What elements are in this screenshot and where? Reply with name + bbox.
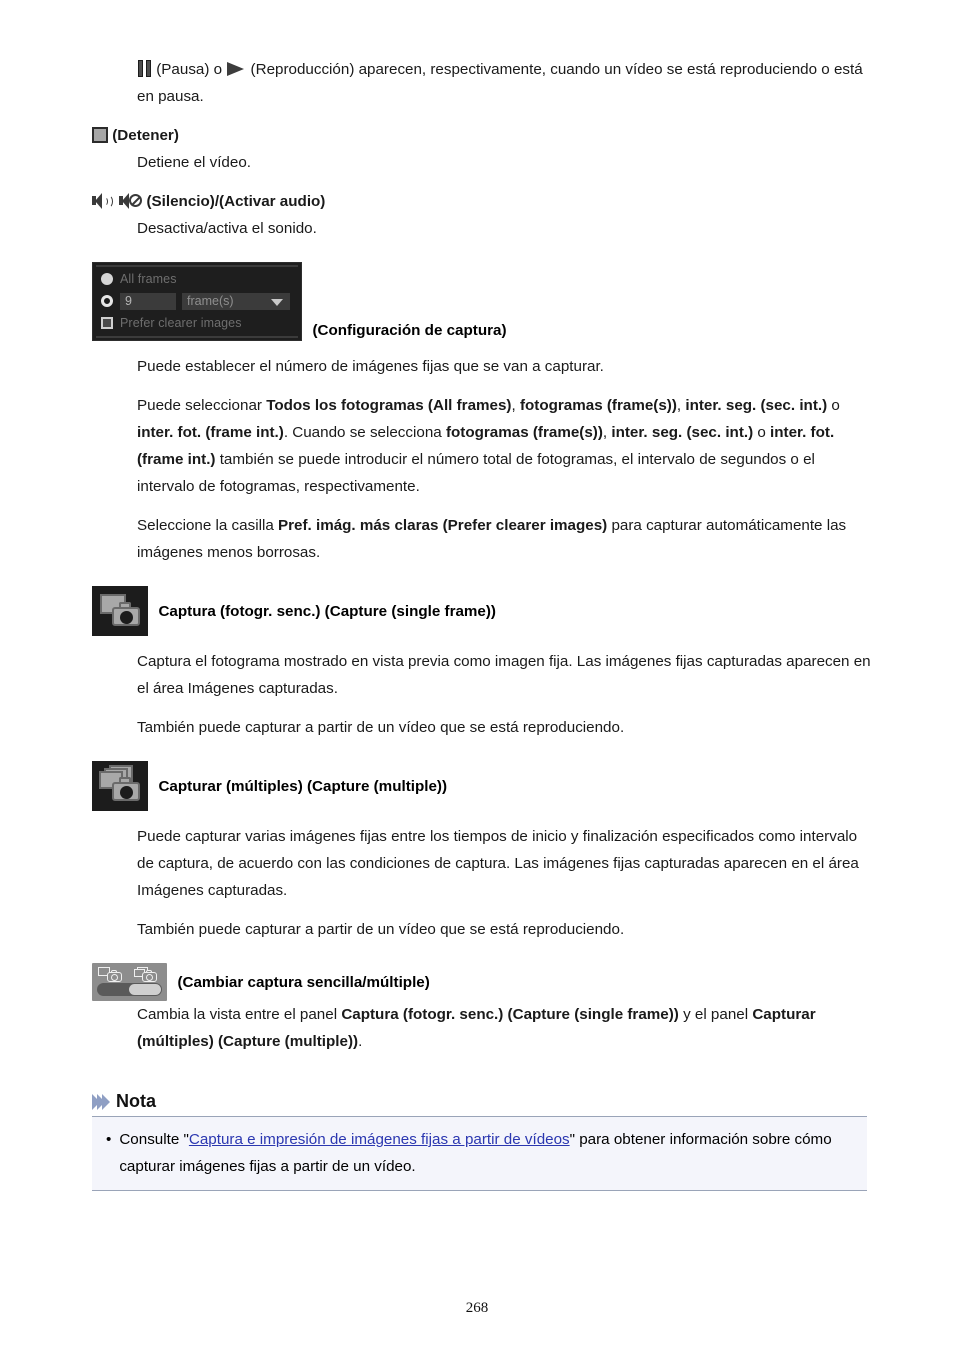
- capture-single-paragraph-1: Captura el fotograma mostrado en vista p…: [137, 653, 871, 697]
- switch-capture-description: Cambia la vista entre el panel Captura (…: [137, 1001, 872, 1055]
- stop-icon: [92, 127, 108, 143]
- capture-single-paragraph-2: También puede capturar a partir de un ví…: [137, 719, 625, 736]
- note-header: Nota: [92, 1091, 867, 1116]
- playback-intro-text-part1: (Pausa) o: [156, 61, 227, 78]
- sw-t1: Cambia la vista entre el panel: [137, 1006, 342, 1023]
- capture-multiple-heading: Capturar (múltiples) (Capture (multiple)…: [158, 777, 448, 795]
- note-box: Nota • Consulte "Captura e impresión de …: [92, 1091, 867, 1191]
- page-number: 268: [465, 1300, 489, 1316]
- switch-capture-row: (Cambiar captura sencilla/múltiple): [92, 963, 872, 1001]
- switch-capture-heading: (Cambiar captura sencilla/múltiple): [177, 973, 430, 991]
- p3-t1: Seleccione la casilla: [137, 517, 278, 534]
- chevron-down-icon[interactable]: [271, 298, 283, 306]
- stop-description: Detiene el vídeo.: [137, 154, 251, 171]
- toggle-capture-multiple-icon[interactable]: [133, 967, 159, 983]
- p2-b3: inter. seg. (sec. int.): [685, 397, 828, 414]
- p2-b5: fotogramas (frame(s)): [445, 424, 603, 441]
- frame-unit-value: frame(s): [187, 293, 234, 308]
- all-frames-label: All frames: [120, 272, 177, 286]
- document-page: (Pausa) o (Reproducción) aparecen, respe…: [0, 0, 954, 1350]
- stop-heading-label: (Detener): [112, 127, 179, 144]
- p2-b2: fotogramas (frame(s)): [519, 397, 677, 414]
- capture-settings-caption: (Configuración de captura): [312, 322, 507, 339]
- p3-b1: Pref. imág. más claras (Prefer clearer i…: [277, 517, 608, 534]
- speaker-on-icon: [92, 193, 115, 209]
- capture-single-heading: Captura (fotogr. senc.) (Capture (single…: [158, 602, 496, 620]
- p2-t5: . Cuando se selecciona: [283, 424, 446, 441]
- toggle-knob[interactable]: [129, 984, 161, 995]
- audio-heading-label: (Silencio)/(Activar audio): [146, 193, 326, 210]
- page-content: (Pausa) o (Reproducción) aparecen, respe…: [92, 56, 872, 1191]
- sw-t3: .: [358, 1033, 363, 1050]
- frame-count-input[interactable]: 9: [120, 292, 176, 310]
- audio-heading: (Silencio)/(Activar audio): [92, 188, 872, 215]
- capture-settings-paragraph-3: Seleccione la casilla Pref. imág. más cl…: [137, 512, 872, 566]
- p2-t4: o: [827, 397, 840, 414]
- note-title: Nota: [116, 1091, 156, 1111]
- radio-frame-count[interactable]: [101, 295, 113, 307]
- p2-t7: o: [753, 424, 771, 441]
- capture-multiple-icon[interactable]: [92, 761, 148, 811]
- capture-single-row: Captura (fotogr. senc.) (Capture (single…: [92, 586, 872, 636]
- play-icon: [226, 62, 247, 77]
- capture-multiple-paragraph-1: Puede capturar varias imágenes fijas ent…: [137, 828, 859, 899]
- frame-unit-select[interactable]: frame(s): [182, 292, 290, 310]
- p2-t8: también se puede introducir el número to…: [137, 451, 815, 495]
- note-bullet: •: [106, 1131, 112, 1148]
- p2-b6: inter. seg. (sec. int.): [611, 424, 754, 441]
- capture-settings-paragraph-1: Puede establecer el número de imágenes f…: [137, 358, 604, 375]
- prefer-clearer-checkbox[interactable]: [101, 317, 113, 329]
- playback-intro-paragraph: (Pausa) o (Reproducción) aparecen, respe…: [137, 56, 872, 110]
- note-link[interactable]: Captura e impresión de imágenes fijas a …: [189, 1131, 570, 1148]
- prefer-clearer-label: Prefer clearer images: [120, 316, 242, 330]
- switch-single-multiple-toggle[interactable]: [92, 963, 167, 1001]
- audio-description: Desactiva/activa el sonido.: [137, 220, 317, 237]
- p2-b4: inter. fot. (frame int.): [137, 424, 284, 441]
- toggle-track[interactable]: [97, 983, 162, 996]
- capture-multiple-paragraph-2: También puede capturar a partir de un ví…: [137, 921, 625, 938]
- all-frames-row[interactable]: All frames: [93, 268, 301, 290]
- toggle-capture-single-icon[interactable]: [98, 967, 124, 983]
- note-item-text: Consulte "Captura e impresión de imágene…: [119, 1126, 855, 1180]
- pause-icon: [137, 60, 152, 77]
- sw-t2: y el panel: [678, 1006, 753, 1023]
- p2-t1: Puede seleccionar: [137, 397, 267, 414]
- capture-settings-panel[interactable]: All frames 9 frame(s) Prefer clearer ima…: [92, 262, 302, 341]
- note-t1: Consulte ": [119, 1131, 189, 1148]
- frame-count-row[interactable]: 9 frame(s): [93, 290, 301, 312]
- p2-t2: ,: [511, 397, 520, 414]
- note-body: • Consulte "Captura e impresión de imáge…: [92, 1116, 867, 1191]
- radio-all-frames[interactable]: [101, 273, 113, 285]
- note-list-item: • Consulte "Captura e impresión de imáge…: [106, 1126, 855, 1180]
- capture-settings-paragraph-2: Puede seleccionar Todos los fotogramas (…: [137, 392, 872, 500]
- prefer-clearer-row[interactable]: Prefer clearer images: [93, 312, 301, 334]
- p2-b1: Todos los fotogramas (All frames): [266, 397, 512, 414]
- chevrons-icon: [92, 1093, 110, 1110]
- capture-settings-row: All frames 9 frame(s) Prefer clearer ima…: [92, 262, 872, 341]
- speaker-muted-icon: [119, 193, 143, 209]
- stop-heading: (Detener): [92, 122, 872, 149]
- sw-b1: Captura (fotogr. senc.) (Capture (single…: [341, 1006, 679, 1023]
- capture-single-frame-icon[interactable]: [92, 586, 148, 636]
- capture-multiple-row: Capturar (múltiples) (Capture (multiple)…: [92, 761, 872, 811]
